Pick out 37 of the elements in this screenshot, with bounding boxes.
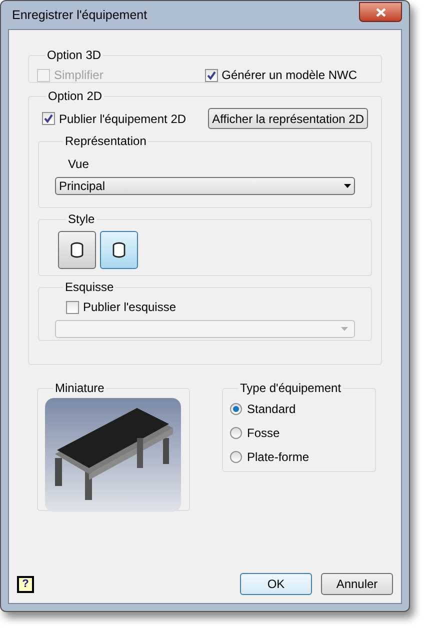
cylinder-icon [112, 242, 126, 258]
style-button[interactable] [58, 231, 96, 269]
checkmark-icon [44, 114, 53, 123]
group-title: Esquisse [64, 279, 115, 296]
group-title: Représentation [64, 133, 148, 150]
group-title: Option 3D [46, 47, 102, 64]
view-dropdown[interactable]: Principal [55, 177, 355, 195]
radio-button[interactable] [230, 427, 242, 439]
radio-button[interactable] [230, 451, 242, 463]
dialog-button[interactable]: OK [240, 573, 312, 595]
style-button[interactable] [100, 231, 138, 269]
checkmark-icon [206, 70, 216, 80]
radio-label: Fosse [247, 425, 280, 442]
close-button[interactable] [359, 2, 402, 22]
checkbox-label: Publier l'esquisse [83, 299, 176, 316]
radio-label: Plate-forme [247, 449, 310, 466]
show-2d-button[interactable]: Afficher la représentation 2D [208, 108, 368, 129]
view-label: Vue [68, 156, 89, 173]
checkbox[interactable] [42, 112, 55, 125]
group-title: Type d'équipement [239, 380, 342, 397]
radio-button[interactable] [230, 403, 242, 415]
dialog-button[interactable]: Annuler [321, 573, 393, 595]
help-button[interactable]: ? [17, 576, 34, 592]
dropdown-arrow-icon [344, 184, 351, 188]
group-title: Miniature [54, 380, 106, 397]
cylinder-icon [70, 242, 84, 258]
checkbox[interactable] [66, 300, 79, 314]
radio-label: Standard [247, 401, 296, 418]
checkbox-label: Simplifier [54, 67, 104, 84]
window-title: Enregistrer l'équipement [11, 6, 148, 24]
checkbox-label: Générer un modèle NWC [222, 67, 357, 84]
checkbox[interactable] [204, 68, 218, 82]
dropdown-arrow-icon [341, 327, 348, 331]
checkbox-label: Publier l'équipement 2D [59, 110, 186, 128]
group-title: Option 2D [47, 88, 104, 105]
close-icon [376, 8, 386, 16]
group-title: Style [67, 211, 96, 228]
